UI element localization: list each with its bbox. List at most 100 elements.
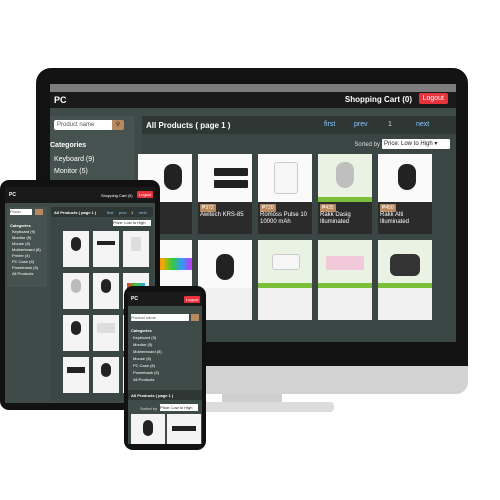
product-card[interactable] — [93, 273, 119, 309]
mouse-image — [71, 279, 81, 293]
search-button[interactable]: ⚲ — [112, 120, 124, 130]
category-item[interactable]: Monitor (5) — [12, 235, 31, 240]
category-item[interactable]: Powerbank (5) — [12, 265, 38, 270]
accent-strip — [378, 283, 432, 288]
categories-heading: Categories — [131, 328, 152, 333]
powerbank-image — [272, 254, 300, 270]
sort-select[interactable]: Price: Low to High — [113, 220, 151, 226]
brand-logo[interactable]: PC — [131, 296, 138, 302]
brand-logo[interactable]: PC — [9, 192, 16, 198]
product-card[interactable] — [63, 357, 89, 393]
logout-button[interactable]: Logout — [184, 296, 201, 303]
product-card[interactable] — [318, 240, 372, 320]
pager-next[interactable]: next — [416, 121, 429, 128]
sort-label: Sorted by — [140, 406, 158, 411]
mousepad-image — [390, 254, 420, 276]
category-item[interactable]: Printer (4) — [12, 253, 30, 258]
pager-prev[interactable]: prev — [354, 121, 368, 128]
products-header: All Products ( page 1 ) first prev 1 nex… — [142, 116, 456, 134]
tablet-sidebar: Produ Categories Keyboard (9) Monitor (5… — [7, 207, 47, 287]
powerbank-image — [97, 323, 115, 333]
category-item[interactable]: Powerbank (5) — [133, 370, 159, 375]
product-card[interactable]: ₱435 Rakk Dasig Illuminated — [318, 154, 372, 234]
category-keyboard[interactable]: Keyboard (9) — [54, 156, 94, 163]
product-card[interactable] — [63, 231, 89, 267]
product-card[interactable] — [198, 240, 252, 320]
pager-current[interactable]: 1 — [388, 121, 392, 128]
product-card[interactable] — [93, 357, 119, 393]
price-tag: ₱435 — [320, 204, 336, 212]
pager-current[interactable]: 1 — [131, 210, 133, 215]
search-input[interactable]: Product name — [131, 314, 189, 321]
search-icon: ⚲ — [115, 122, 121, 128]
product-card[interactable] — [63, 273, 89, 309]
product-card[interactable]: ₱372 Awitech KRS-85 — [198, 154, 252, 234]
category-item[interactable]: Mouse (8) — [12, 241, 30, 246]
product-image — [258, 154, 312, 202]
categories-heading: Categories — [50, 142, 87, 149]
brand-logo[interactable]: PC — [54, 95, 67, 105]
phone-navbar: PC Logout — [128, 292, 202, 306]
product-card[interactable] — [93, 231, 119, 267]
accent-strip — [318, 283, 372, 288]
price-tag: ₱720 — [260, 204, 276, 212]
product-card[interactable] — [93, 315, 119, 351]
category-item[interactable]: Motherboard (8) — [12, 247, 41, 252]
product-name: Romoss Pulse 10 10000 mAh — [260, 212, 308, 225]
keyboard-image — [326, 256, 364, 270]
search-button[interactable] — [191, 314, 199, 321]
keyboard-image — [172, 426, 196, 431]
product-card[interactable]: ₱720 Romoss Pulse 10 10000 mAh — [258, 154, 312, 234]
pager-first[interactable]: first — [324, 121, 335, 128]
logout-button[interactable]: Logout — [418, 93, 448, 104]
phone-device: PC Logout Product name Categories Keyboa… — [124, 286, 206, 450]
powerbank-image — [131, 237, 141, 251]
mouse-image — [336, 162, 354, 188]
products-title: All Products ( page 1 ) — [131, 393, 174, 398]
category-item[interactable]: Monitor (5) — [133, 342, 152, 347]
category-item[interactable]: Motherboard (8) — [133, 349, 162, 354]
category-item[interactable]: Mouse (8) — [133, 356, 151, 361]
category-item[interactable]: PC Case (6) — [12, 259, 34, 264]
products-title: All Products ( page 1 ) — [146, 121, 231, 130]
product-card[interactable] — [258, 240, 312, 320]
browser-strip — [50, 84, 456, 92]
sort-select[interactable]: Price: Low to High — [160, 404, 198, 411]
category-item[interactable]: Keyboard (9) — [12, 229, 35, 234]
logout-button[interactable]: Logout — [137, 191, 154, 198]
product-card[interactable] — [123, 231, 149, 267]
mouse-image — [164, 164, 182, 190]
sort-select-value: Price: Low to High — [384, 141, 433, 147]
category-item[interactable]: All Products — [133, 377, 154, 382]
pager-prev[interactable]: prev — [119, 210, 127, 215]
pager-next[interactable]: next — [139, 210, 147, 215]
shopping-cart-link[interactable]: Shopping Cart (0) — [345, 95, 412, 104]
search-input[interactable]: Product name — [54, 120, 113, 130]
product-name: Awitech KRS-85 — [200, 212, 244, 218]
product-image — [318, 154, 372, 202]
products-header: All Products ( page 1 ) — [128, 390, 202, 400]
keyboard-image — [97, 241, 115, 245]
mouse-image — [101, 279, 111, 293]
product-name: Rakk Alti Illuminated — [380, 212, 410, 225]
products-header: All Products ( page 1 ) first prev 1 nex… — [51, 207, 153, 217]
product-card[interactable] — [131, 414, 165, 444]
keyboard-image — [67, 367, 85, 373]
search-button[interactable] — [35, 209, 43, 215]
product-image — [318, 240, 372, 288]
search-input[interactable]: Produ — [10, 209, 32, 215]
product-card[interactable] — [63, 315, 89, 351]
shopping-cart-link[interactable]: Shopping Cart (0) — [101, 193, 133, 198]
product-card[interactable] — [167, 414, 201, 444]
pager-first[interactable]: first — [107, 210, 113, 215]
product-card[interactable] — [378, 240, 432, 320]
keyboard-image — [214, 180, 248, 188]
products-title: All Products ( page 1 ) — [54, 210, 97, 215]
category-item[interactable]: PC Case (6) — [133, 363, 155, 368]
sort-select[interactable]: Price: Low to High ▾ — [382, 139, 450, 149]
product-image — [378, 240, 432, 288]
product-card[interactable]: ₱450 Rakk Alti Illuminated — [378, 154, 432, 234]
category-item[interactable]: Keyboard (9) — [133, 335, 156, 340]
category-item[interactable]: All Products — [12, 271, 33, 276]
category-monitor[interactable]: Monitor (5) — [54, 168, 88, 175]
